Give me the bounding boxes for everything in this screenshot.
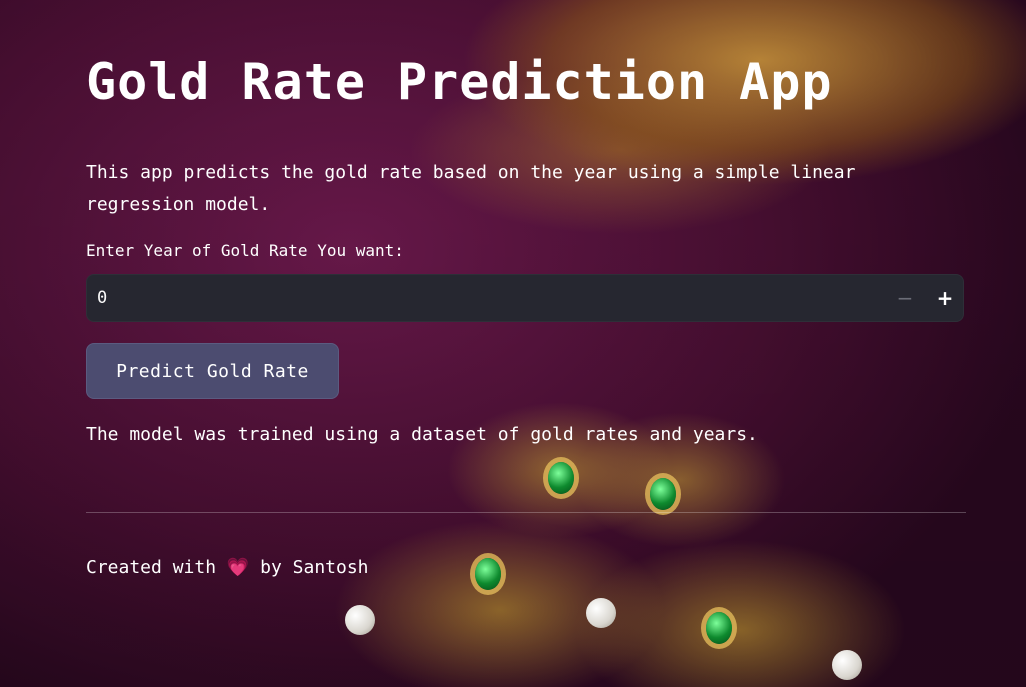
emerald-decoration [548, 462, 574, 494]
emerald-decoration [650, 478, 676, 510]
pearl-decoration [345, 605, 375, 635]
model-info-text: The model was trained using a dataset of… [86, 424, 758, 445]
year-number-input: − + [86, 274, 964, 322]
predict-gold-rate-button[interactable]: Predict Gold Rate [86, 343, 339, 399]
year-input-label: Enter Year of Gold Rate You want: [86, 241, 404, 260]
emerald-decoration [475, 558, 501, 590]
emerald-decoration [706, 612, 732, 644]
pearl-decoration [586, 598, 616, 628]
divider [86, 512, 966, 513]
heart-icon: 💗 [226, 557, 250, 578]
app-description: This app predicts the gold rate based on… [86, 162, 856, 215]
page-title: Gold Rate Prediction App [86, 53, 833, 111]
year-input-field[interactable] [87, 275, 867, 321]
increment-button[interactable]: + [925, 275, 965, 321]
footer-author: by Santosh [249, 557, 369, 578]
footer-prefix: Created with [86, 557, 227, 578]
decrement-button[interactable]: − [885, 275, 925, 321]
pearl-decoration [832, 650, 862, 680]
footer-credit: Created with 💗 by Santosh [86, 557, 369, 578]
